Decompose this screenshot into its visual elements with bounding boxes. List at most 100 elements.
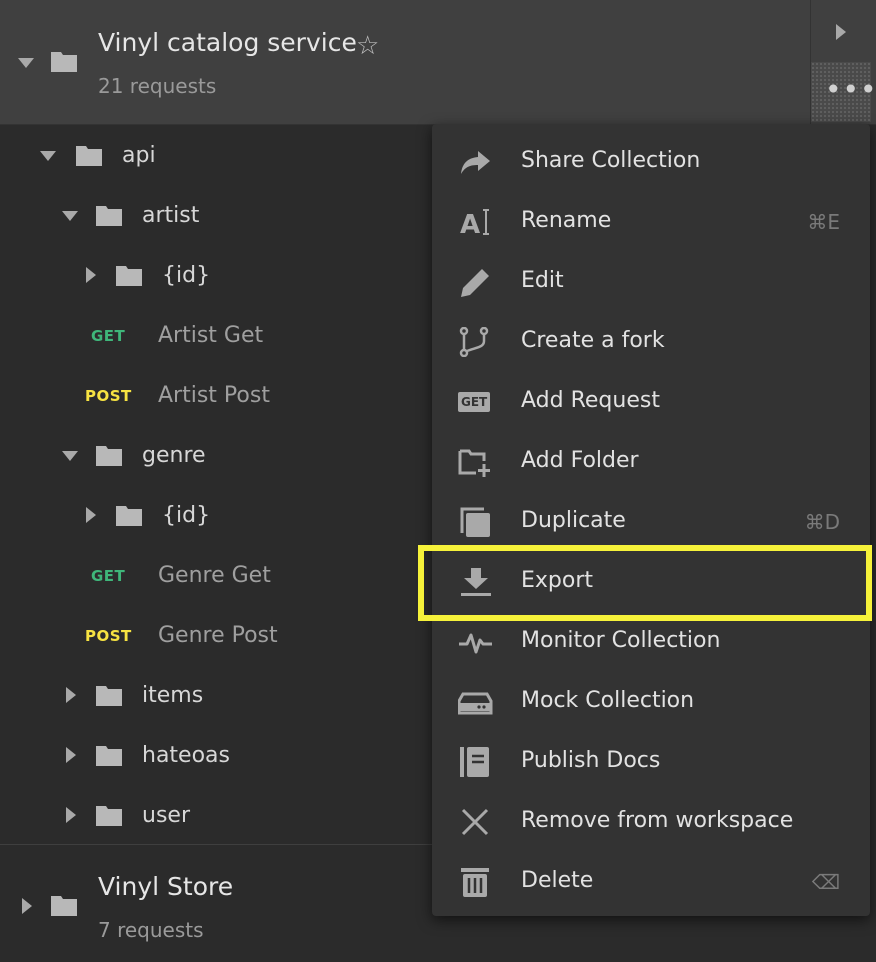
menu-item-label: Delete	[521, 868, 594, 893]
caret-right-icon[interactable]	[66, 747, 76, 763]
caret-right-icon[interactable]	[86, 507, 96, 523]
trash-icon	[461, 868, 489, 897]
folder-label: hateoas	[142, 743, 230, 768]
request-label: Genre Post	[158, 623, 278, 648]
method-badge: POST	[85, 627, 132, 645]
collection-row-vinyl-store[interactable]	[0, 846, 432, 962]
menu-item-label: Add Request	[521, 388, 660, 413]
star-icon[interactable]: ☆	[356, 31, 379, 61]
menu-item-label: Duplicate	[521, 508, 626, 533]
folder-row-items[interactable]: items	[0, 665, 432, 725]
caret-right-icon[interactable]	[22, 898, 32, 914]
docs-icon	[460, 747, 489, 777]
caret-down-icon[interactable]	[62, 451, 78, 461]
get-badge-text: GET	[461, 395, 488, 409]
menu-item-add-request[interactable]: GET Add Request	[432, 372, 870, 432]
menu-shortcut: ⌘E	[807, 210, 840, 234]
menu-item-label: Remove from workspace	[521, 808, 794, 833]
request-label: Artist Get	[158, 323, 264, 348]
method-badge: GET	[91, 327, 126, 345]
ellipsis-icon: •••	[825, 73, 876, 106]
folder-row-hateoas[interactable]: hateoas	[0, 725, 432, 785]
menu-item-label: Share Collection	[521, 148, 701, 173]
caret-down-icon[interactable]	[40, 151, 56, 161]
folder-label: artist	[142, 203, 200, 228]
method-badge: GET	[91, 567, 126, 585]
menu-shortcut: ⌫	[811, 870, 840, 894]
folder-label: user	[142, 803, 190, 828]
menu-item-delete[interactable]: Delete ⌫	[432, 852, 870, 912]
menu-item-label: Add Folder	[521, 448, 639, 473]
menu-item-label: Edit	[521, 268, 564, 293]
folder-icon	[96, 746, 122, 766]
menu-item-label: Rename	[521, 208, 612, 233]
menu-item-mock-collection[interactable]: Mock Collection	[432, 672, 870, 732]
collection-title: Vinyl catalog service	[98, 28, 357, 57]
collection-header[interactable]: Vinyl catalog service ☆ 21 requests •••	[0, 0, 876, 125]
folder-label: {id}	[162, 503, 211, 528]
folder-label: genre	[142, 443, 206, 468]
request-row-genre-post[interactable]: POST Genre Post	[0, 605, 432, 665]
pencil-icon	[461, 269, 489, 297]
request-label: Genre Get	[158, 563, 271, 588]
menu-item-remove-from-workspace[interactable]: Remove from workspace	[432, 792, 870, 852]
folder-row-genre-id[interactable]: {id}	[0, 485, 432, 545]
folder-icon	[96, 446, 122, 466]
menu-item-add-folder[interactable]: Add Folder	[432, 432, 870, 492]
caret-right-icon[interactable]	[66, 687, 76, 703]
menu-shortcut: ⌘D	[804, 510, 840, 534]
folder-icon	[76, 146, 102, 166]
more-actions-button[interactable]: •••	[811, 62, 876, 122]
menu-item-publish-docs[interactable]: Publish Docs	[432, 732, 870, 792]
menu-item-monitor-collection[interactable]: Monitor Collection	[432, 612, 870, 672]
divider	[0, 844, 432, 845]
folder-row-api[interactable]: api	[0, 125, 432, 185]
request-row-artist-post[interactable]: POST Artist Post	[0, 365, 432, 425]
menu-item-edit[interactable]: Edit	[432, 252, 870, 312]
folder-row-artist[interactable]: artist	[0, 185, 432, 245]
menu-item-label: Create a fork	[521, 328, 665, 353]
folder-label: {id}	[162, 263, 211, 288]
request-label: Artist Post	[158, 383, 270, 408]
folder-icon	[51, 896, 77, 916]
method-badge: POST	[85, 387, 132, 405]
folder-label: items	[142, 683, 204, 708]
folder-icon	[51, 52, 77, 72]
menu-item-share-collection[interactable]: Share Collection	[432, 132, 870, 192]
server-icon	[458, 692, 493, 715]
menu-item-label: Publish Docs	[521, 748, 661, 773]
request-count: 7 requests	[98, 918, 204, 942]
export-highlight-box	[418, 545, 872, 621]
caret-right-icon[interactable]	[86, 267, 96, 283]
collection-title: Vinyl Store	[98, 872, 234, 901]
expand-arrow-icon[interactable]	[836, 24, 846, 40]
menu-item-rename[interactable]: A Rename ⌘E	[432, 192, 870, 252]
request-row-artist-get[interactable]: GET Artist Get	[0, 305, 432, 365]
close-icon	[461, 808, 489, 836]
menu-item-duplicate[interactable]: Duplicate ⌘D	[432, 492, 870, 552]
folder-icon	[96, 686, 122, 706]
share-icon	[461, 151, 490, 174]
menu-item-create-fork[interactable]: Create a fork	[432, 312, 870, 372]
collapse-caret-icon[interactable]	[18, 58, 34, 68]
collection-context-menu: Share Collection A Rename ⌘E Edit Create…	[432, 124, 870, 916]
fork-icon	[459, 327, 489, 357]
caret-down-icon[interactable]	[62, 211, 78, 221]
folder-icon	[116, 266, 142, 286]
menu-item-label: Monitor Collection	[521, 628, 721, 653]
folder-icon	[116, 506, 142, 526]
pulse-icon	[459, 633, 492, 654]
add-folder-icon	[458, 449, 490, 477]
folder-icon	[96, 806, 122, 826]
caret-right-icon[interactable]	[66, 807, 76, 823]
folder-row-artist-id[interactable]: {id}	[0, 245, 432, 305]
svg-text:A: A	[460, 210, 480, 237]
folder-row-genre[interactable]: genre	[0, 425, 432, 485]
folder-label: api	[122, 143, 156, 168]
rename-icon: A	[460, 209, 489, 237]
request-row-genre-get[interactable]: GET Genre Get	[0, 545, 432, 605]
menu-item-label: Mock Collection	[521, 688, 695, 713]
duplicate-icon	[460, 507, 490, 537]
folder-icon	[96, 206, 122, 226]
folder-row-user[interactable]: user	[0, 785, 432, 845]
